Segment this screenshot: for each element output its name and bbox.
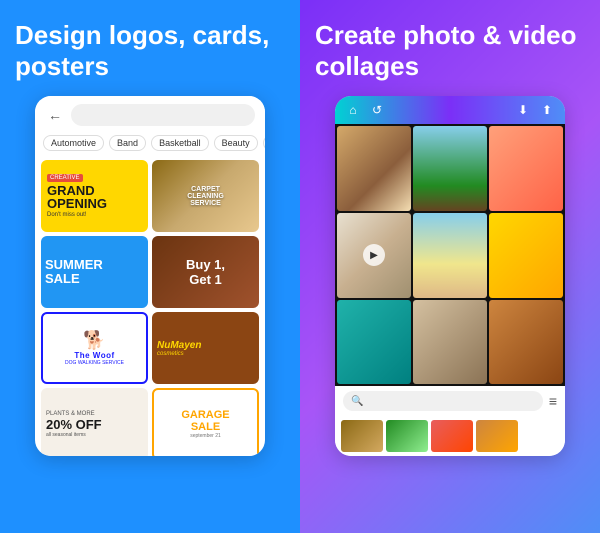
woof-sub: DOG WALKING SERVICE (65, 360, 124, 366)
tag-beauty[interactable]: Beauty (214, 135, 258, 151)
collage-cell-small1 (489, 126, 563, 211)
right-phone-mockup: ⌂ ↺ ⬇ ⬆ ▶ 🔍 ≡ (335, 96, 565, 456)
thumb-2[interactable] (386, 420, 428, 452)
collage-cell-small3 (337, 300, 411, 385)
card-woman-photo[interactable]: CARPETCLEANINGSERVICE (152, 160, 259, 232)
20off-main: 20% OFF (46, 417, 102, 432)
card-summer-sale[interactable]: SUMMERSALE (41, 236, 148, 308)
left-phone-mockup: ← Automotive Band Basketball Beauty Cafe… (35, 96, 265, 456)
download-icon[interactable]: ⬇ (515, 102, 531, 118)
card-summer-sale-text: SUMMERSALE (45, 258, 103, 287)
left-headline: Design logos, cards, posters (15, 20, 285, 82)
card-garage-sale[interactable]: GARAGESALE september 21 (152, 388, 259, 456)
woof-title: The Woof (74, 351, 114, 360)
card-numayen[interactable]: NuMayen cosmetics (152, 312, 259, 384)
card-grand-opening-sub: Don't miss out! (47, 212, 87, 218)
back-arrow-icon[interactable]: ← (45, 105, 65, 125)
tag-automotive[interactable]: Automotive (43, 135, 104, 151)
numayen-sub: cosmetics (157, 351, 184, 357)
card-grand-opening[interactable]: CREATIVE GRANDOPENING Don't miss out! (41, 160, 148, 232)
filter-icon[interactable]: ≡ (549, 393, 557, 409)
left-panel: Design logos, cards, posters ← Automotiv… (0, 0, 300, 533)
collage-cell-small4 (489, 300, 563, 385)
right-headline: Create photo & video collages (315, 20, 585, 82)
garage-text: GARAGESALE (181, 409, 229, 433)
card-woman-bg: CARPETCLEANINGSERVICE (152, 160, 259, 232)
card-buy1get1-inner: Buy 1,Get 1 (152, 236, 259, 308)
card-20off[interactable]: PLANTS & MORE 20% OFF all seasonal items (41, 388, 148, 456)
card-label-creative: CREATIVE (47, 174, 83, 182)
right-search-bar[interactable]: 🔍 (343, 391, 543, 411)
woof-dog-icon: 🐕 (83, 330, 105, 351)
collage-cell-beach (413, 213, 487, 298)
card-buy-text: Buy 1,Get 1 (186, 257, 225, 288)
home-icon[interactable]: ⌂ (345, 102, 361, 118)
collage-cell-woman2 (413, 300, 487, 385)
undo-icon[interactable]: ↺ (369, 102, 385, 118)
play-button[interactable]: ▶ (363, 244, 385, 266)
numayen-title: NuMayen (157, 340, 201, 351)
collage-cell-palm (413, 126, 487, 211)
share-icon[interactable]: ⬆ (539, 102, 555, 118)
right-phone-top-bar: ⌂ ↺ ⬇ ⬆ (335, 96, 565, 124)
tag-band[interactable]: Band (109, 135, 146, 151)
garage-sub: september 21 (190, 433, 221, 439)
right-panel: Create photo & video collages ⌂ ↺ ⬇ ⬆ ▶ (300, 0, 600, 533)
collage-area: ▶ (335, 124, 565, 386)
search-bar[interactable] (71, 104, 255, 126)
thumbnail-strip (335, 416, 565, 456)
20off-sub: all seasonal items (46, 432, 86, 438)
template-grid: CREATIVE GRANDOPENING Don't miss out! CA… (35, 156, 265, 456)
card-woof[interactable]: 🐕 The Woof DOG WALKING SERVICE (41, 312, 148, 384)
collage-cell-woman-hat: ▶ (337, 213, 411, 298)
category-tags: Automotive Band Basketball Beauty Cafe (35, 130, 265, 156)
collage-cell-small2 (489, 213, 563, 298)
phone-bottom-bar: 🔍 ≡ (335, 386, 565, 416)
card-buy1get1[interactable]: Buy 1,Get 1 (152, 236, 259, 308)
collage-cell-coffee (337, 126, 411, 211)
thumb-1[interactable] (341, 420, 383, 452)
card-woman-text: CARPETCLEANINGSERVICE (187, 186, 224, 207)
phone-top-bar: ← (35, 96, 265, 130)
tag-basketball[interactable]: Basketball (151, 135, 209, 151)
thumb-4[interactable] (476, 420, 518, 452)
search-icon: 🔍 (351, 396, 363, 407)
card-grand-opening-text: GRANDOPENING (47, 184, 107, 210)
tag-cafe[interactable]: Cafe (263, 135, 265, 151)
thumb-3[interactable] (431, 420, 473, 452)
